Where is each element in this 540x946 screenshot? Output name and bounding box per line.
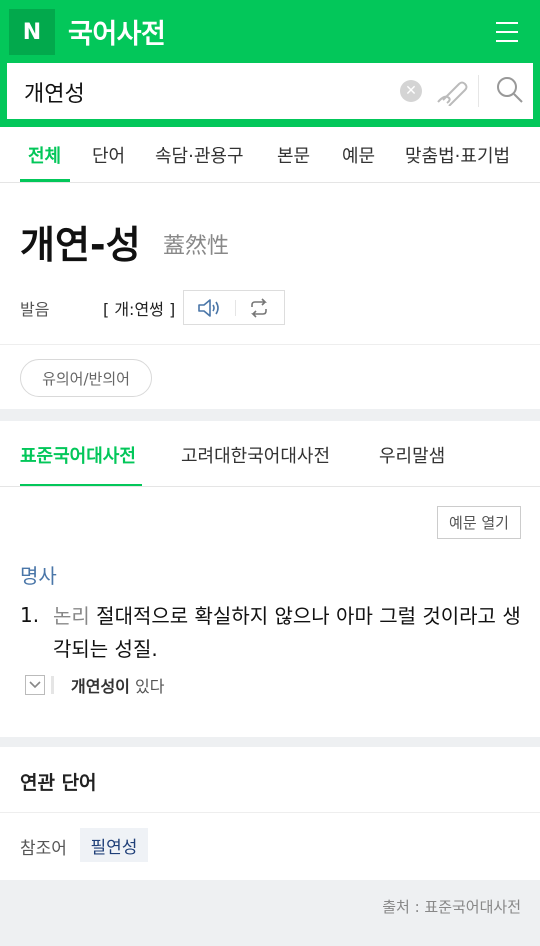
pronunciation-value: [ 개:연썽 ] [103, 300, 176, 319]
footer: 출처 : 표준국어대사전 [0, 880, 540, 946]
entry-hanja: 蓋然性 [163, 234, 230, 259]
related-words-title: 연관 단어 [20, 772, 97, 794]
divider [0, 812, 540, 813]
divider [0, 344, 540, 345]
repeat-icon[interactable] [248, 297, 270, 319]
definition-number: 1. [20, 603, 40, 627]
reference-word-link[interactable]: 필연성 [80, 828, 148, 862]
active-tab-indicator [20, 179, 70, 182]
example-highlight: 개연성이 [71, 677, 130, 696]
definition-body: 절대적으로 확실하지 않으나 아마 그럴 것이라고 생각되는 성질. [53, 604, 521, 661]
dict-tab-standard[interactable]: 표준국어대사전 [20, 442, 136, 468]
menu-icon[interactable] [496, 21, 518, 43]
tab-all[interactable]: 전체 [28, 142, 61, 168]
dict-tab-urimalsaem[interactable]: 우리말샘 [379, 442, 445, 468]
usage-example: 개연성이 있다 [71, 673, 164, 697]
naver-logo[interactable]: N [9, 9, 55, 55]
search-query[interactable]: 개연성 [24, 76, 85, 108]
reference-label: 참조어 [20, 839, 67, 859]
example-rest: 있다 [129, 677, 165, 696]
entry-word: 개연-성 [20, 223, 141, 267]
tab-example[interactable]: 예문 [342, 142, 375, 168]
synonym-antonym-button[interactable]: 유의어/반의어 [20, 359, 152, 397]
speaker-icon[interactable] [196, 296, 222, 320]
app-title[interactable]: 국어사전 [68, 12, 166, 51]
tab-body[interactable]: 본문 [277, 142, 310, 168]
part-of-speech: 명사 [20, 564, 57, 588]
search-icon[interactable] [495, 75, 525, 105]
tab-proverb[interactable]: 속담·관용구 [155, 142, 244, 168]
search-tabs: 전체 단어 속담·관용구 본문 예문 맞춤법·표기법 [0, 127, 540, 183]
audio-controls [183, 290, 285, 325]
divider [0, 486, 540, 487]
chevron-down-icon[interactable] [25, 675, 45, 695]
source-text: 출처 : 표준국어대사전 [382, 898, 521, 916]
definition-text: 논리 절대적으로 확실하지 않으나 아마 그럴 것이라고 생각되는 성질. [53, 600, 523, 666]
search-divider [478, 75, 479, 107]
clear-icon[interactable]: ✕ [400, 80, 422, 102]
tab-word[interactable]: 단어 [92, 142, 125, 168]
app-header: N 국어사전 개연성 ✕ [0, 0, 540, 127]
field-tag: 논리 [53, 604, 90, 628]
search-input[interactable]: 개연성 ✕ [7, 63, 533, 119]
example-bar [51, 676, 54, 694]
handwriting-icon[interactable] [435, 76, 469, 106]
open-examples-button[interactable]: 예문 열기 [437, 506, 521, 539]
section-gap [0, 737, 540, 747]
dict-tab-korea-univ[interactable]: 고려대한국어대사전 [181, 442, 330, 468]
tab-spelling[interactable]: 맞춤법·표기법 [405, 142, 510, 168]
section-gap [0, 409, 540, 421]
pronunciation-label: 발음 [20, 300, 50, 319]
